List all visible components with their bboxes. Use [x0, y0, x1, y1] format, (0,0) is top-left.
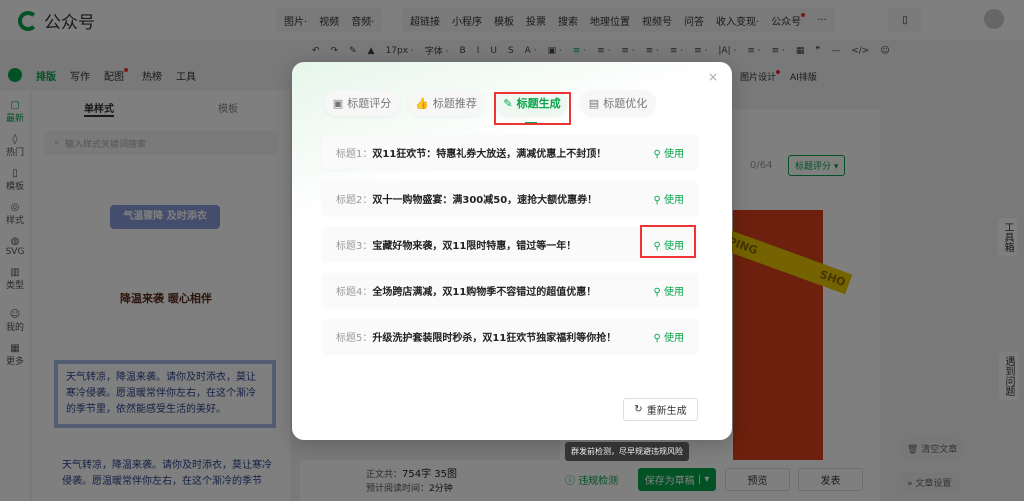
check-tooltip: 群发前检测，尽早规避违规风险 [565, 442, 689, 461]
tab-title-recommend[interactable]: 👍 标题推荐 [408, 90, 484, 116]
title-row: 标题4： 全场跨店满减，双11购物季不容错过的超值优惠！ ⚲ 使用 [322, 273, 698, 307]
pin-icon: ⚲ [653, 286, 661, 298]
pin-icon: ⚲ [653, 148, 661, 160]
tab-title-score[interactable]: ▣ 标题评分 [324, 90, 400, 116]
use-button[interactable]: ⚲ 使用 [653, 329, 684, 344]
title-assistant-dialog: × ▣ 标题评分 👍 标题推荐 ✎ 标题生成 ▤ 标题优化 标题1： 双11狂欢节：特惠礼… [292, 62, 732, 440]
title-row: 标题5： 升级洗护套装限时秒杀，双11狂欢节独家福利等你抢！ ⚲ 使用 [322, 319, 698, 353]
regenerate-button[interactable]: ↻ 重新生成 [623, 398, 698, 421]
refresh-icon: ↻ [634, 404, 643, 415]
title-row: 标题2： 双十一购物盛宴：满300减50，速抢大额优惠券！ ⚲ 使用 [322, 181, 698, 215]
tab-title-optimize[interactable]: ▤ 标题优化 [580, 90, 656, 116]
use-button[interactable]: ⚲ 使用 [653, 283, 684, 298]
pin-icon: ⚲ [653, 332, 661, 344]
score-icon: ▣ [332, 96, 344, 110]
use-button[interactable]: ⚲ 使用 [653, 191, 684, 206]
close-button[interactable]: × [708, 70, 718, 84]
title-row: 标题1： 双11狂欢节：特惠礼券大放送，满减优惠上不封顶！ ⚲ 使用 [322, 135, 698, 169]
optimize-icon: ▤ [588, 96, 600, 110]
use-button[interactable]: ⚲ 使用 [653, 145, 684, 160]
highlight-box [494, 92, 571, 125]
highlight-box [640, 225, 696, 258]
pin-icon: ⚲ [653, 194, 661, 206]
thumbs-up-icon: 👍 [415, 96, 429, 110]
